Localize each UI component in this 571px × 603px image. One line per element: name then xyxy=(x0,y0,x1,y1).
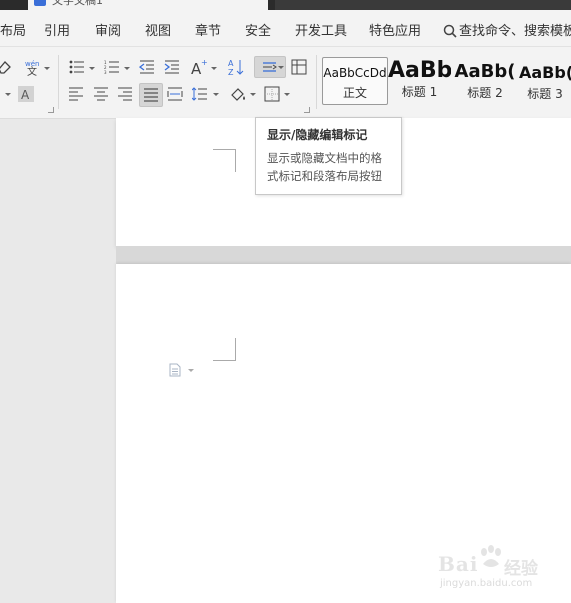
svg-text:A: A xyxy=(21,88,30,102)
paragraph-layout-icon[interactable] xyxy=(168,362,194,381)
font-group-launcher[interactable] xyxy=(48,107,54,113)
document-icon xyxy=(34,0,46,6)
watermark-brand: Bai xyxy=(438,552,479,576)
ribbon-separator xyxy=(316,55,317,109)
page-gap xyxy=(116,246,571,264)
shading-caret[interactable] xyxy=(250,93,256,96)
shading-icon[interactable] xyxy=(228,84,248,104)
watermark-url: jingyan.baidu.com xyxy=(440,578,533,589)
show-hide-marks-icon[interactable] xyxy=(254,56,286,78)
margin-corner-mark xyxy=(213,338,236,361)
marks-tooltip: 显示/隐藏编辑标记 显示或隐藏文档中的格式标记和段落布局按钮 xyxy=(255,117,402,195)
svg-text:文: 文 xyxy=(27,65,37,76)
svg-text:3: 3 xyxy=(104,70,107,74)
eraser-icon[interactable] xyxy=(0,57,14,77)
case-dropdown-caret[interactable] xyxy=(211,67,217,70)
paw-icon xyxy=(481,545,501,567)
distributed-icon[interactable] xyxy=(165,84,185,104)
menu-section[interactable]: 章节 xyxy=(195,20,221,39)
menu-layout[interactable]: 布局 xyxy=(0,20,26,39)
line-spacing-caret[interactable] xyxy=(213,93,219,96)
bullets-dropdown-caret[interactable] xyxy=(89,67,95,70)
align-right-icon[interactable] xyxy=(115,84,135,104)
ribbon-toolbar: wén 文 123 A + AZ A AaBbCcDd 正文 AaBb 标题 1… xyxy=(0,47,571,119)
svg-text:Z: Z xyxy=(228,68,234,76)
menu-developer[interactable]: 开发工具 xyxy=(295,20,347,39)
numbering-dropdown-caret[interactable] xyxy=(124,67,130,70)
watermark-cn: 经验 xyxy=(504,559,538,579)
font-color-caret[interactable] xyxy=(5,93,11,96)
sort-icon[interactable]: AZ xyxy=(226,57,246,77)
style-normal-name: 正文 xyxy=(342,86,367,100)
tooltip-title: 显示/隐藏编辑标记 xyxy=(267,128,368,142)
tooltip-description: 显示或隐藏文档中的格式标记和段落布局按钮 xyxy=(267,151,382,183)
menu-security[interactable]: 安全 xyxy=(245,20,271,39)
decrease-indent-icon[interactable] xyxy=(137,57,157,77)
svg-text:+: + xyxy=(201,58,208,67)
change-case-icon[interactable]: A + xyxy=(189,57,209,77)
command-search[interactable]: 查找命令、搜索模板 xyxy=(443,20,571,39)
search-placeholder: 查找命令、搜索模板 xyxy=(459,24,571,39)
style-heading2-preview: AaBb( xyxy=(454,61,516,82)
title-bar: 文字文稿1 xyxy=(0,0,571,10)
menu-bar: 布局 引用 审阅 视图 章节 安全 开发工具 特色应用 查找命令、搜索模板 xyxy=(0,10,571,47)
increase-indent-icon[interactable] xyxy=(162,57,182,77)
ribbon-separator xyxy=(58,55,59,109)
paragraph-group-launcher[interactable] xyxy=(304,107,310,113)
borders-icon[interactable] xyxy=(262,84,282,104)
bullets-icon[interactable] xyxy=(67,57,87,77)
numbering-icon[interactable]: 123 xyxy=(102,57,122,77)
character-shading-icon[interactable]: A xyxy=(16,84,36,104)
search-icon xyxy=(443,24,457,38)
table-icon[interactable] xyxy=(289,57,309,77)
align-left-icon[interactable] xyxy=(66,84,86,104)
phonetic-dropdown-caret[interactable] xyxy=(44,67,50,70)
menu-view[interactable]: 视图 xyxy=(145,20,171,39)
margin-corner-mark xyxy=(213,149,236,172)
style-heading3-name: 标题 3 xyxy=(527,87,563,101)
menu-review[interactable]: 审阅 xyxy=(95,20,121,39)
baidu-watermark: Bai 经验 jingyan.baidu.com xyxy=(438,540,546,590)
style-heading2-name: 标题 2 xyxy=(467,86,503,100)
style-heading1-name: 标题 1 xyxy=(401,85,438,99)
document-tab[interactable]: 文字文稿1 xyxy=(28,0,268,10)
menu-references[interactable]: 引用 xyxy=(44,20,70,39)
justify-icon[interactable] xyxy=(139,83,163,107)
style-heading3[interactable]: AaBb( 标题 3 xyxy=(519,57,571,103)
svg-text:A: A xyxy=(228,59,234,68)
borders-caret[interactable] xyxy=(284,93,290,96)
align-center-icon[interactable] xyxy=(91,84,111,104)
style-heading1[interactable]: AaBb 标题 1 xyxy=(388,57,451,103)
style-heading1-preview: AaBb xyxy=(388,58,451,83)
menu-special[interactable]: 特色应用 xyxy=(369,20,421,39)
style-normal[interactable]: AaBbCcDd 正文 xyxy=(322,57,388,105)
style-normal-preview: AaBbCcDd xyxy=(323,66,387,80)
line-spacing-icon[interactable] xyxy=(190,84,210,104)
document-tab-title: 文字文稿1 xyxy=(52,0,103,7)
tab-bar-empty xyxy=(275,0,571,10)
style-heading2[interactable]: AaBb( 标题 2 xyxy=(454,57,516,103)
style-heading3-preview: AaBb( xyxy=(519,63,571,82)
phonetic-guide-icon[interactable]: wén 文 xyxy=(23,57,43,77)
